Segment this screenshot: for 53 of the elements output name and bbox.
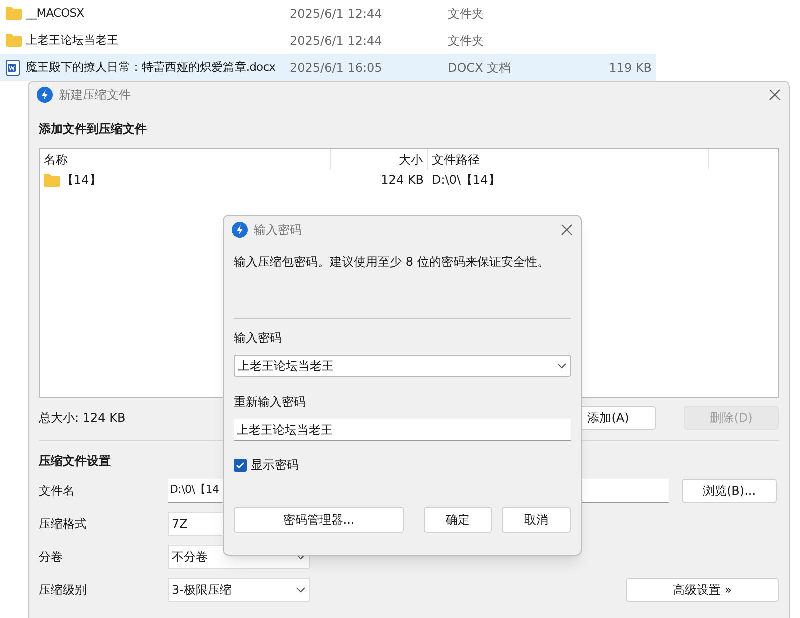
document-icon [6, 60, 20, 76]
app-logo-icon [37, 87, 53, 103]
chevron-down-icon [557, 363, 567, 369]
folder-icon [6, 7, 22, 20]
section-title: 压缩文件设置 [39, 453, 111, 470]
dialog-title: 新建压缩文件 [59, 87, 132, 104]
field-label: 输入密码 [234, 330, 283, 347]
checkbox-label: 显示密码 [251, 457, 299, 474]
file-type: 文件夹 [448, 32, 485, 50]
password-field[interactable]: 上老王论坛当老王 [234, 355, 571, 377]
column-header[interactable]: 大小 [331, 149, 428, 170]
setting-label: 压缩格式 [39, 516, 88, 533]
chevron-down-icon [296, 587, 306, 593]
dialog-title: 输入密码 [254, 222, 303, 238]
show-password-checkbox[interactable] [234, 458, 247, 472]
file-name: __MACOSX [26, 6, 84, 20]
ok-button[interactable]: 确定 [424, 507, 492, 533]
dialog-message: 输入压缩包密码。建议使用至少 8 位的密码来保证安全性。 [234, 254, 550, 271]
folder-icon [6, 34, 22, 47]
file-type: DOCX 文档 [448, 60, 512, 76]
section-title: 添加文件到压缩文件 [39, 121, 147, 138]
file-date: 2025/6/1 16:05 [290, 60, 384, 76]
column-header[interactable]: 名称 [40, 149, 331, 170]
file-date: 2025/6/1 12:44 [290, 6, 384, 22]
advanced-settings-button[interactable]: 高级设置 » [626, 578, 779, 602]
list-cell-text: D:\0\【14】 [431, 172, 502, 189]
check-icon [236, 460, 245, 470]
file-type: 文件夹 [448, 6, 485, 22]
list-cell-text: 【14】 [62, 172, 102, 189]
field-label: 重新输入密码 [234, 394, 307, 411]
file-row[interactable]: __MACOSX 2025/6/1 12:44 文件夹 [0, 0, 656, 27]
setting-label: 压缩级别 [39, 582, 88, 599]
file-row[interactable]: 上老王论坛当老王 2025/6/1 12:44 文件夹 [0, 27, 656, 54]
setting-label: 文件名 [39, 483, 76, 500]
folder-icon [44, 174, 60, 186]
confirm-password-field[interactable]: 上老王论坛当老王 [234, 419, 571, 441]
app-logo-icon [232, 222, 248, 238]
column-header[interactable]: 文件路径 [428, 149, 709, 170]
browse-button[interactable]: 浏览(B)... [682, 479, 777, 503]
file-name: 上老王论坛当老王 [26, 33, 119, 48]
file-row[interactable]: 魔王殿下的撩人日常：特蕾西娅的炽爱篇章.docx 2025/6/1 16:05 DOCX 文档 119 KB [0, 54, 656, 81]
password-manager-button[interactable]: 密码管理器... [234, 507, 404, 533]
select-field[interactable]: 3-极限压缩 [168, 578, 310, 602]
file-size: 119 KB [608, 60, 652, 76]
close-icon[interactable] [561, 224, 573, 236]
file-date: 2025/6/1 12:44 [290, 32, 384, 50]
close-icon[interactable] [769, 89, 781, 101]
file-name: 魔王殿下的撩人日常：特蕾西娅的炽爱篇章.docx [26, 60, 276, 74]
list-cell-text: 124 KB [380, 172, 425, 189]
setting-label: 分卷 [39, 549, 64, 566]
total-size: 总大小: 124 KB [39, 410, 127, 427]
cancel-button[interactable]: 取消 [502, 507, 571, 533]
chevron-down-icon [296, 554, 306, 560]
